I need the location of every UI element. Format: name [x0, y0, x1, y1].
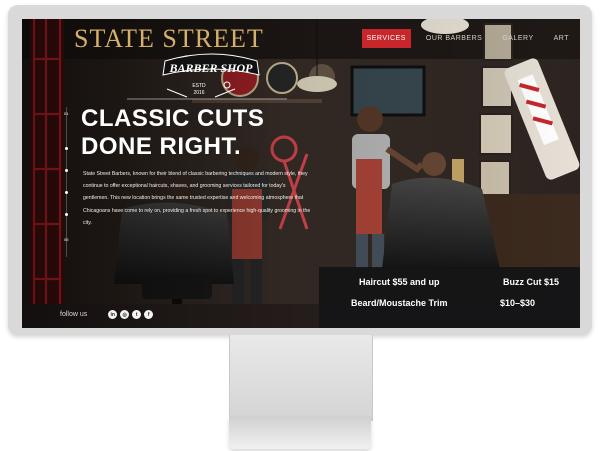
- price-panel: Haircut $55 and up Buzz Cut $15 Beard/Mo…: [319, 267, 580, 328]
- hero-headline: CLASSIC CUTS DONE RIGHT.: [81, 105, 341, 161]
- price-beard-value: $10–$30: [500, 298, 536, 308]
- logo-estd: ESTD: [192, 83, 206, 89]
- slide-number-first: 01: [64, 111, 69, 116]
- follow-label: follow us: [60, 311, 88, 318]
- linkedin-icon[interactable]: in: [108, 310, 118, 319]
- social-links: follow us in ◎ t f: [60, 310, 154, 319]
- barber-shop-logo: BARBER SHOP ESTD 2016: [127, 53, 287, 100]
- slide-number-last: 05: [64, 237, 69, 242]
- monitor-stand: [229, 335, 373, 421]
- instagram-icon[interactable]: ◎: [120, 310, 130, 319]
- nav-art[interactable]: ART: [549, 29, 574, 48]
- nav-our-barbers[interactable]: OUR BARBERS: [421, 29, 487, 48]
- facebook-icon[interactable]: f: [144, 310, 154, 319]
- hero-headline-line2: DONE RIGHT.: [81, 133, 242, 160]
- monitor-frame: STATE STREET BARBER SHOP ESTD 2016 SERVI…: [8, 5, 592, 335]
- twitter-icon[interactable]: t: [132, 310, 142, 319]
- logo-year: 2016: [193, 90, 204, 96]
- price-haircut: Haircut $55 and up: [359, 277, 440, 287]
- price-beard-label: Beard/Moustache Trim: [351, 298, 448, 308]
- hero-headline-line1: CLASSIC CUTS: [81, 105, 265, 132]
- site-title[interactable]: STATE STREET: [74, 24, 264, 54]
- slide-dot[interactable]: [65, 169, 68, 172]
- price-buzz-cut: Buzz Cut $15: [503, 277, 560, 287]
- slide-indicator: 01 05: [60, 107, 72, 257]
- monitor-base: [229, 416, 371, 449]
- slide-dot[interactable]: [65, 213, 68, 216]
- slide-dot[interactable]: [65, 191, 68, 194]
- nav-galery[interactable]: GALERY: [497, 29, 538, 48]
- logo-wordmark: BARBER SHOP: [168, 61, 253, 75]
- hero-description: State Street Barbers, known for their bl…: [83, 171, 311, 226]
- nav-services[interactable]: SERVICES: [361, 29, 411, 48]
- scissors-icon: [223, 81, 231, 89]
- website-screen: STATE STREET BARBER SHOP ESTD 2016 SERVI…: [22, 19, 580, 328]
- slide-dot[interactable]: [65, 147, 68, 150]
- slide-track: [66, 107, 67, 257]
- main-nav: SERVICES OUR BARBERS GALERY ART: [361, 29, 574, 48]
